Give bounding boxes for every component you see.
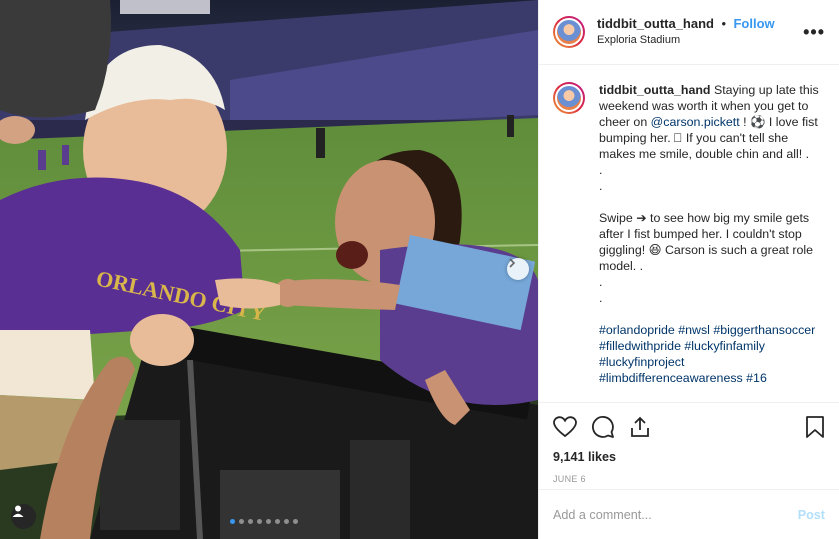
carousel-dot [230, 519, 235, 524]
like-count[interactable]: 9,141 likes [553, 450, 825, 464]
follow-button[interactable]: Follow [733, 16, 774, 31]
caption-dot: . [599, 275, 603, 289]
carousel-dot [266, 519, 271, 524]
post-side-panel: tiddbit_outta_hand • Follow Exploria Sta… [538, 0, 839, 539]
caption-avatar[interactable] [553, 82, 585, 114]
caption-text: tiddbit_outta_hand Staying up late this … [599, 82, 825, 402]
comment-bar: Post [539, 489, 839, 539]
share-icon [631, 416, 649, 437]
photo-illustration: ORLANDO CITY [0, 0, 538, 539]
avatar[interactable] [553, 16, 585, 48]
carousel-dot [239, 519, 244, 524]
post-actions: 9,141 likes JUNE 6 [539, 402, 839, 484]
comment-icon [592, 416, 614, 438]
carousel-dot [275, 519, 280, 524]
user-tag-icon [12, 505, 24, 517]
like-button[interactable] [553, 416, 577, 438]
carousel-dot [284, 519, 289, 524]
more-icon[interactable]: ••• [803, 23, 825, 41]
caption-area: tiddbit_outta_hand Staying up late this … [539, 66, 839, 402]
caption-username[interactable]: tiddbit_outta_hand [599, 83, 711, 97]
caption-dot: . [599, 163, 603, 177]
username-link[interactable]: tiddbit_outta_hand [597, 16, 714, 31]
post-header: tiddbit_outta_hand • Follow Exploria Sta… [539, 0, 839, 65]
hashtag-list[interactable]: #orlandopride #nwsl #biggerthansoccer #f… [599, 322, 825, 386]
location-link[interactable]: Exploria Stadium [597, 32, 775, 48]
share-button[interactable] [629, 416, 651, 438]
save-button[interactable] [805, 415, 825, 439]
comment-button[interactable] [591, 415, 615, 439]
bookmark-icon [806, 416, 824, 438]
carousel-dot [293, 519, 298, 524]
mention-link[interactable]: @carson.pickett [651, 115, 740, 129]
carousel-dot [257, 519, 262, 524]
carousel-dot [248, 519, 253, 524]
post-photo[interactable]: ORLANDO CITY [0, 0, 538, 539]
caption-dot: . [599, 179, 603, 193]
caption-dot: . [599, 291, 603, 305]
user-tag-button[interactable] [11, 504, 36, 529]
separator-dot: • [721, 16, 727, 31]
post-date[interactable]: JUNE 6 [553, 474, 825, 484]
post-header-text: tiddbit_outta_hand • Follow Exploria Sta… [597, 16, 775, 48]
heart-icon [553, 416, 577, 438]
action-icon-row [553, 413, 825, 441]
chevron-right-icon [509, 258, 516, 268]
post-comment-button[interactable]: Post [798, 508, 825, 522]
caption-paragraph: Swipe ➔ to see how big my smile gets aft… [599, 211, 814, 273]
carousel-indicator [230, 519, 298, 524]
comment-input[interactable] [553, 507, 798, 522]
carousel-next-button[interactable] [507, 258, 529, 280]
